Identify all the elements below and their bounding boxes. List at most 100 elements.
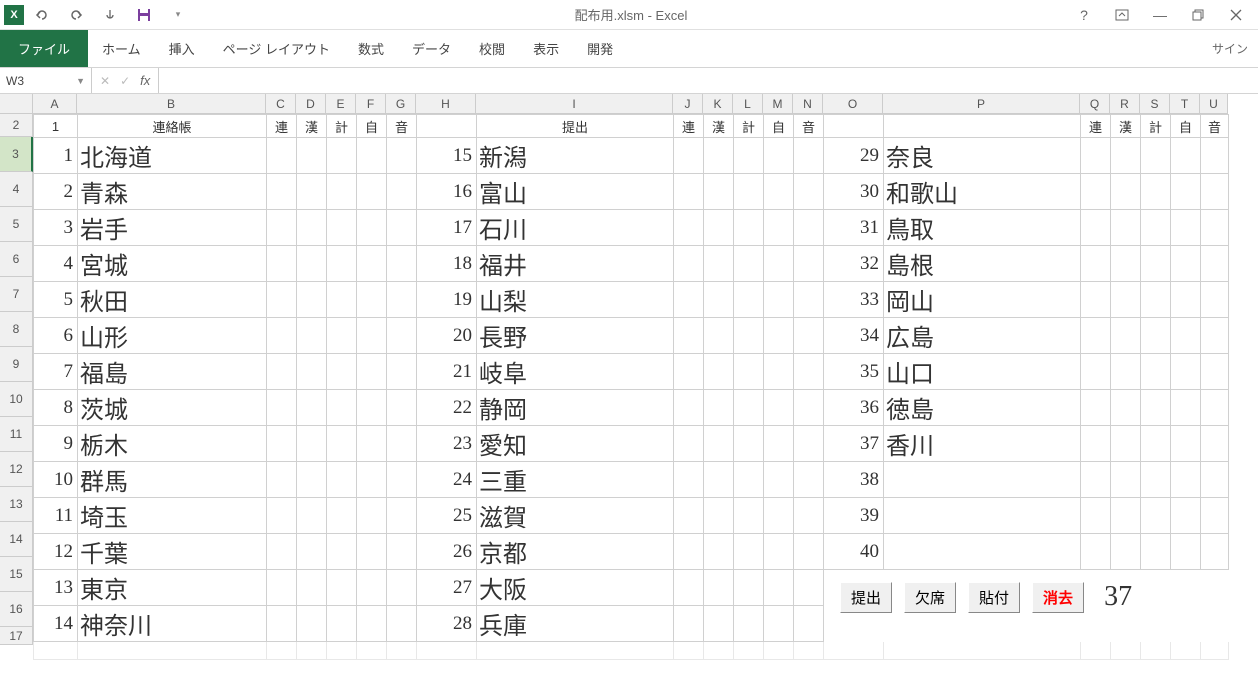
row-header[interactable]: 11 <box>0 417 33 452</box>
cell[interactable] <box>387 462 417 498</box>
cell[interactable]: 和歌山 <box>884 174 1081 210</box>
cell[interactable] <box>327 318 357 354</box>
cell[interactable] <box>267 498 297 534</box>
cell[interactable]: 計 <box>734 115 764 138</box>
cell[interactable] <box>1201 534 1229 570</box>
cell[interactable] <box>1081 210 1111 246</box>
cell[interactable]: 連 <box>267 115 297 138</box>
cell[interactable] <box>1141 606 1171 642</box>
cell[interactable]: 秋田 <box>78 282 267 318</box>
cell[interactable]: 30 <box>824 174 884 210</box>
cell[interactable] <box>1111 318 1141 354</box>
cell[interactable]: 32 <box>824 246 884 282</box>
cell[interactable]: 広島 <box>884 318 1081 354</box>
cell[interactable] <box>327 246 357 282</box>
cell[interactable] <box>297 318 327 354</box>
cell[interactable] <box>1171 354 1201 390</box>
cell[interactable] <box>734 606 764 642</box>
cell[interactable] <box>1141 570 1171 606</box>
tab-insert[interactable]: 挿入 <box>155 30 209 67</box>
cell[interactable] <box>794 138 824 174</box>
cell[interactable]: 17 <box>417 210 477 246</box>
cell[interactable] <box>267 606 297 642</box>
cell[interactable]: 岡山 <box>884 282 1081 318</box>
cell[interactable]: 神奈川 <box>78 606 267 642</box>
cell[interactable] <box>1081 174 1111 210</box>
enter-formula-button[interactable]: ✓ <box>120 74 130 88</box>
cell[interactable] <box>1201 642 1229 660</box>
cell[interactable]: 5 <box>34 282 78 318</box>
cell[interactable] <box>327 138 357 174</box>
cell[interactable] <box>764 534 794 570</box>
cell[interactable]: 茨城 <box>78 390 267 426</box>
cell[interactable]: 連絡帳 <box>78 115 267 138</box>
cell[interactable]: 14 <box>34 606 78 642</box>
save-button[interactable] <box>134 5 154 25</box>
cell[interactable] <box>1171 498 1201 534</box>
cell[interactable]: 石川 <box>477 210 674 246</box>
cell[interactable]: 15 <box>417 138 477 174</box>
cell[interactable] <box>357 390 387 426</box>
cell[interactable]: 岐阜 <box>477 354 674 390</box>
cell[interactable]: 栃木 <box>78 426 267 462</box>
cell[interactable] <box>1141 210 1171 246</box>
cell[interactable] <box>1111 642 1141 660</box>
cell[interactable]: 36 <box>824 390 884 426</box>
cell[interactable]: 福島 <box>78 354 267 390</box>
cell[interactable] <box>794 606 824 642</box>
cell[interactable]: 自 <box>357 115 387 138</box>
cell[interactable] <box>267 282 297 318</box>
cell[interactable] <box>327 354 357 390</box>
tab-review[interactable]: 校閲 <box>465 30 519 67</box>
cell[interactable] <box>327 426 357 462</box>
cell[interactable] <box>387 534 417 570</box>
cell[interactable] <box>1111 174 1141 210</box>
cell[interactable] <box>734 354 764 390</box>
cell[interactable] <box>1111 498 1141 534</box>
cell[interactable]: 連 <box>1081 115 1111 138</box>
cell[interactable] <box>764 606 794 642</box>
cell[interactable] <box>1081 354 1111 390</box>
cell[interactable] <box>704 246 734 282</box>
cell[interactable] <box>1171 210 1201 246</box>
cell[interactable] <box>1171 318 1201 354</box>
row-header[interactable]: 2 <box>0 114 33 137</box>
cell[interactable] <box>357 570 387 606</box>
cell[interactable] <box>884 642 1081 660</box>
cell[interactable]: 19 <box>417 282 477 318</box>
cell[interactable] <box>764 390 794 426</box>
tab-home[interactable]: ホーム <box>88 30 155 67</box>
cell[interactable] <box>734 426 764 462</box>
cell[interactable] <box>674 246 704 282</box>
cell[interactable] <box>794 390 824 426</box>
cell[interactable] <box>357 246 387 282</box>
cell[interactable] <box>794 210 824 246</box>
cell[interactable] <box>1141 354 1171 390</box>
cell[interactable] <box>357 498 387 534</box>
cell[interactable] <box>794 642 824 660</box>
cell[interactable] <box>327 462 357 498</box>
name-box[interactable]: W3 ▼ <box>0 68 92 93</box>
cell[interactable] <box>387 642 417 660</box>
cell[interactable]: 31 <box>824 210 884 246</box>
cell[interactable] <box>674 534 704 570</box>
cell[interactable]: 鳥取 <box>884 210 1081 246</box>
cell[interactable]: 埼玉 <box>78 498 267 534</box>
cell[interactable] <box>734 246 764 282</box>
cell[interactable]: 7 <box>34 354 78 390</box>
cell[interactable]: 山梨 <box>477 282 674 318</box>
cell[interactable] <box>297 246 327 282</box>
cell[interactable] <box>1141 174 1171 210</box>
cell[interactable]: 40 <box>824 534 884 570</box>
column-header[interactable]: I <box>476 94 673 114</box>
cell[interactable]: 三重 <box>477 462 674 498</box>
cell[interactable] <box>1081 390 1111 426</box>
cell[interactable] <box>704 138 734 174</box>
row-header[interactable]: 5 <box>0 207 33 242</box>
cell[interactable] <box>387 498 417 534</box>
cell[interactable]: 38 <box>824 462 884 498</box>
cell[interactable] <box>1201 138 1229 174</box>
cell[interactable] <box>704 462 734 498</box>
cancel-formula-button[interactable]: ✕ <box>100 74 110 88</box>
cell[interactable] <box>357 354 387 390</box>
